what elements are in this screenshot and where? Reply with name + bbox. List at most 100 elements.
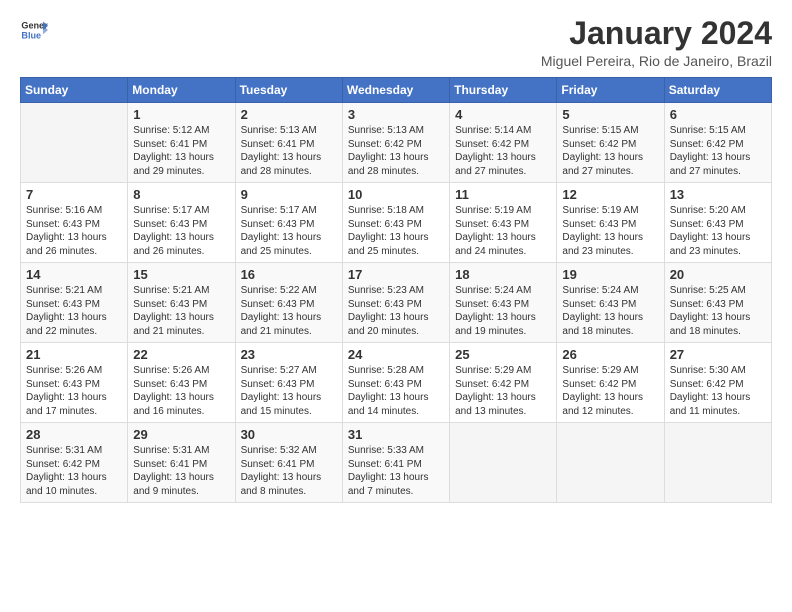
page-header: General Blue January 2024 Miguel Pereira… <box>20 16 772 69</box>
day-info: Sunrise: 5:17 AMSunset: 6:43 PMDaylight:… <box>241 204 337 258</box>
day-number: 5 <box>562 107 658 122</box>
day-info: Sunrise: 5:23 AMSunset: 6:43 PMDaylight:… <box>348 284 444 338</box>
day-info: Sunrise: 5:26 AMSunset: 6:43 PMDaylight:… <box>26 364 122 418</box>
day-number: 22 <box>133 347 229 362</box>
day-number: 24 <box>348 347 444 362</box>
calendar-cell: 30Sunrise: 5:32 AMSunset: 6:41 PMDayligh… <box>235 423 342 503</box>
day-of-week-header: Thursday <box>450 78 557 103</box>
calendar-cell: 31 Sunrise: 5:33 AMSunset: 6:41 PMDayligh… <box>342 423 449 503</box>
location: Miguel Pereira, Rio de Janeiro, Brazil <box>541 53 772 69</box>
calendar-cell: 3 Sunrise: 5:13 AMSunset: 6:42 PMDaylight… <box>342 103 449 183</box>
day-info: Sunrise: 5:12 AMSunset: 6:41 PMDaylight:… <box>133 124 229 178</box>
day-number: 23 <box>241 347 337 362</box>
day-info: Sunrise: 5:16 AMSunset: 6:43 PMDaylight:… <box>26 204 122 258</box>
day-of-week-header: Friday <box>557 78 664 103</box>
calendar-cell: 15Sunrise: 5:21 AMSunset: 6:43 PMDayligh… <box>128 263 235 343</box>
day-info: Sunrise: 5:20 AMSunset: 6:43 PMDaylight:… <box>670 204 766 258</box>
calendar-cell: 28 Sunrise: 5:31 AMSunset: 6:42 PMDayligh… <box>21 423 128 503</box>
day-number: 4 <box>455 107 551 122</box>
day-info: Sunrise: 5:25 AMSunset: 6:43 PMDaylight:… <box>670 284 766 338</box>
day-number: 12 <box>562 187 658 202</box>
day-info: Sunrise: 5:26 AMSunset: 6:43 PMDaylight:… <box>133 364 229 418</box>
calendar-cell: 7 Sunrise: 5:16 AMSunset: 6:43 PMDaylight… <box>21 183 128 263</box>
calendar-cell: 4Sunrise: 5:14 AMSunset: 6:42 PMDaylight… <box>450 103 557 183</box>
calendar-cell: 27 Sunrise: 5:30 AMSunset: 6:42 PMDayligh… <box>664 343 771 423</box>
day-number: 3 <box>348 107 444 122</box>
day-info: Sunrise: 5:13 AMSunset: 6:41 PMDaylight:… <box>241 124 337 178</box>
calendar-cell: 10 Sunrise: 5:18 AMSunset: 6:43 PMDayligh… <box>342 183 449 263</box>
day-of-week-header: Monday <box>128 78 235 103</box>
calendar-cell: 6 Sunrise: 5:15 AMSunset: 6:42 PMDaylight… <box>664 103 771 183</box>
day-number: 30 <box>241 427 337 442</box>
logo-icon: General Blue <box>20 16 48 44</box>
day-number: 29 <box>133 427 229 442</box>
calendar-table: SundayMondayTuesdayWednesdayThursdayFrid… <box>20 77 772 503</box>
day-of-week-header: Wednesday <box>342 78 449 103</box>
calendar-week-row: 28 Sunrise: 5:31 AMSunset: 6:42 PMDayligh… <box>21 423 772 503</box>
day-number: 13 <box>670 187 766 202</box>
calendar-cell: 21 Sunrise: 5:26 AMSunset: 6:43 PMDayligh… <box>21 343 128 423</box>
day-number: 7 <box>26 187 122 202</box>
calendar-cell <box>21 103 128 183</box>
calendar-cell <box>450 423 557 503</box>
day-info: Sunrise: 5:28 AMSunset: 6:43 PMDaylight:… <box>348 364 444 418</box>
calendar-cell: 19Sunrise: 5:24 AMSunset: 6:43 PMDayligh… <box>557 263 664 343</box>
day-number: 26 <box>562 347 658 362</box>
day-info: Sunrise: 5:22 AMSunset: 6:43 PMDaylight:… <box>241 284 337 338</box>
calendar-cell: 16 Sunrise: 5:22 AMSunset: 6:43 PMDayligh… <box>235 263 342 343</box>
calendar-cell: 1 Sunrise: 5:12 AMSunset: 6:41 PMDaylight… <box>128 103 235 183</box>
day-number: 6 <box>670 107 766 122</box>
day-info: Sunrise: 5:21 AMSunset: 6:43 PMDaylight:… <box>133 284 229 338</box>
day-of-week-header: Sunday <box>21 78 128 103</box>
day-info: Sunrise: 5:33 AMSunset: 6:41 PMDaylight:… <box>348 444 444 498</box>
calendar-cell: 13 Sunrise: 5:20 AMSunset: 6:43 PMDayligh… <box>664 183 771 263</box>
calendar-week-row: 21 Sunrise: 5:26 AMSunset: 6:43 PMDayligh… <box>21 343 772 423</box>
day-number: 19 <box>562 267 658 282</box>
day-info: Sunrise: 5:24 AMSunset: 6:43 PMDaylight:… <box>455 284 551 338</box>
day-info: Sunrise: 5:29 AMSunset: 6:42 PMDaylight:… <box>562 364 658 418</box>
calendar-week-row: 14 Sunrise: 5:21 AMSunset: 6:43 PMDayligh… <box>21 263 772 343</box>
logo: General Blue <box>20 16 48 44</box>
calendar-cell: 18 Sunrise: 5:24 AMSunset: 6:43 PMDayligh… <box>450 263 557 343</box>
day-of-week-header: Tuesday <box>235 78 342 103</box>
day-number: 1 <box>133 107 229 122</box>
day-number: 14 <box>26 267 122 282</box>
calendar-cell: 14 Sunrise: 5:21 AMSunset: 6:43 PMDayligh… <box>21 263 128 343</box>
day-info: Sunrise: 5:31 AMSunset: 6:42 PMDaylight:… <box>26 444 122 498</box>
day-info: Sunrise: 5:13 AMSunset: 6:42 PMDaylight:… <box>348 124 444 178</box>
day-info: Sunrise: 5:19 AMSunset: 6:43 PMDaylight:… <box>455 204 551 258</box>
day-number: 27 <box>670 347 766 362</box>
day-info: Sunrise: 5:15 AMSunset: 6:42 PMDaylight:… <box>670 124 766 178</box>
day-number: 21 <box>26 347 122 362</box>
calendar-cell <box>557 423 664 503</box>
day-number: 17 <box>348 267 444 282</box>
day-number: 20 <box>670 267 766 282</box>
day-info: Sunrise: 5:19 AMSunset: 6:43 PMDaylight:… <box>562 204 658 258</box>
day-info: Sunrise: 5:30 AMSunset: 6:42 PMDaylight:… <box>670 364 766 418</box>
calendar-cell: 2 Sunrise: 5:13 AMSunset: 6:41 PMDaylight… <box>235 103 342 183</box>
day-number: 31 <box>348 427 444 442</box>
day-number: 16 <box>241 267 337 282</box>
calendar-cell: 23 Sunrise: 5:27 AMSunset: 6:43 PMDayligh… <box>235 343 342 423</box>
day-info: Sunrise: 5:18 AMSunset: 6:43 PMDaylight:… <box>348 204 444 258</box>
calendar-header-row: SundayMondayTuesdayWednesdayThursdayFrid… <box>21 78 772 103</box>
day-number: 9 <box>241 187 337 202</box>
calendar-week-row: 1 Sunrise: 5:12 AMSunset: 6:41 PMDaylight… <box>21 103 772 183</box>
title-block: January 2024 Miguel Pereira, Rio de Jane… <box>541 16 772 69</box>
day-number: 2 <box>241 107 337 122</box>
calendar-cell: 17 Sunrise: 5:23 AMSunset: 6:43 PMDayligh… <box>342 263 449 343</box>
day-number: 10 <box>348 187 444 202</box>
calendar-cell <box>664 423 771 503</box>
day-info: Sunrise: 5:21 AMSunset: 6:43 PMDaylight:… <box>26 284 122 338</box>
calendar-cell: 29Sunrise: 5:31 AMSunset: 6:41 PMDayligh… <box>128 423 235 503</box>
day-number: 8 <box>133 187 229 202</box>
day-number: 28 <box>26 427 122 442</box>
day-of-week-header: Saturday <box>664 78 771 103</box>
calendar-cell: 8Sunrise: 5:17 AMSunset: 6:43 PMDaylight… <box>128 183 235 263</box>
calendar-cell: 12 Sunrise: 5:19 AMSunset: 6:43 PMDayligh… <box>557 183 664 263</box>
calendar-cell: 25Sunrise: 5:29 AMSunset: 6:42 PMDayligh… <box>450 343 557 423</box>
day-info: Sunrise: 5:29 AMSunset: 6:42 PMDaylight:… <box>455 364 551 418</box>
day-number: 18 <box>455 267 551 282</box>
calendar-cell: 5Sunrise: 5:15 AMSunset: 6:42 PMDaylight… <box>557 103 664 183</box>
day-info: Sunrise: 5:27 AMSunset: 6:43 PMDaylight:… <box>241 364 337 418</box>
